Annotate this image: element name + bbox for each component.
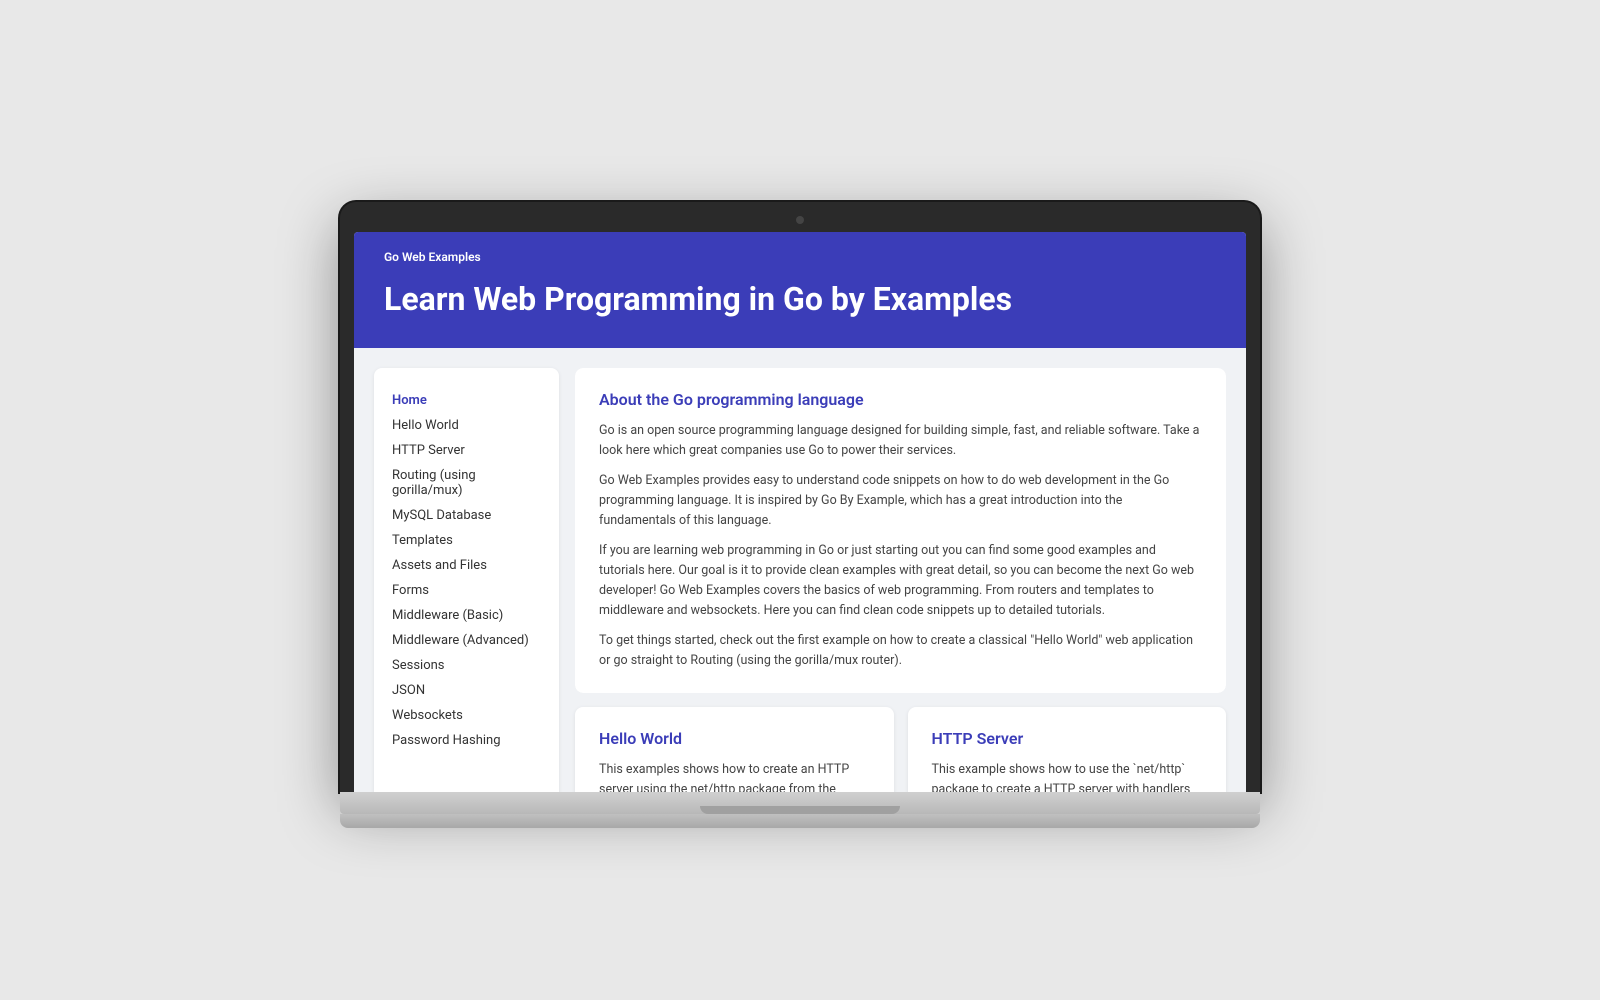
sidebar-nav-item[interactable]: Assets and Files bbox=[392, 553, 541, 578]
laptop-bezel: Go Web Examples Learn Web Programming in… bbox=[340, 202, 1260, 792]
http-server-card: HTTP Server This example shows how to us… bbox=[908, 707, 1227, 792]
hello-world-card: Hello World This examples shows how to c… bbox=[575, 707, 894, 792]
site-main: HomeHello WorldHTTP ServerRouting (using… bbox=[354, 348, 1246, 792]
sidebar-nav-item[interactable]: HTTP Server bbox=[392, 438, 541, 463]
sidebar-nav-item[interactable]: Middleware (Basic) bbox=[392, 603, 541, 628]
main-card-paragraph: If you are learning web programming in G… bbox=[599, 541, 1202, 621]
sidebar-nav-item[interactable]: Home bbox=[392, 388, 541, 413]
sidebar-nav-item[interactable]: Password Hashing bbox=[392, 728, 541, 753]
site-logo[interactable]: Go Web Examples bbox=[384, 250, 1216, 264]
hero-title: Learn Web Programming in Go by Examples bbox=[384, 280, 1216, 318]
laptop-foot bbox=[340, 814, 1260, 828]
sidebar-nav-item[interactable]: Routing (using gorilla/mux) bbox=[392, 463, 541, 503]
laptop-screen: Go Web Examples Learn Web Programming in… bbox=[354, 232, 1246, 792]
hello-world-title: Hello World bbox=[599, 729, 870, 748]
sidebar-nav-item[interactable]: Hello World bbox=[392, 413, 541, 438]
content-area: About the Go programming language Go is … bbox=[575, 368, 1226, 792]
main-card-paragraph: Go Web Examples provides easy to underst… bbox=[599, 471, 1202, 531]
sidebar-nav-item[interactable]: Sessions bbox=[392, 653, 541, 678]
sidebar: HomeHello WorldHTTP ServerRouting (using… bbox=[374, 368, 559, 792]
laptop-wrapper: Go Web Examples Learn Web Programming in… bbox=[340, 172, 1260, 828]
cards-row: Hello World This examples shows how to c… bbox=[575, 707, 1226, 792]
sidebar-nav-item[interactable]: Forms bbox=[392, 578, 541, 603]
site-header: Go Web Examples Learn Web Programming in… bbox=[354, 232, 1246, 348]
sidebar-nav-item[interactable]: MySQL Database bbox=[392, 503, 541, 528]
sidebar-nav-item[interactable]: Templates bbox=[392, 528, 541, 553]
main-card-title: About the Go programming language bbox=[599, 390, 1202, 409]
laptop-camera bbox=[796, 216, 804, 224]
laptop-base bbox=[340, 792, 1260, 814]
hello-world-text: This examples shows how to create an HTT… bbox=[599, 760, 870, 792]
main-card-paragraph: Go is an open source programming languag… bbox=[599, 421, 1202, 461]
sidebar-nav-item[interactable]: JSON bbox=[392, 678, 541, 703]
main-card-paragraph: To get things started, check out the fir… bbox=[599, 631, 1202, 671]
http-server-title: HTTP Server bbox=[932, 729, 1203, 748]
http-server-text: This example shows how to use the `net/h… bbox=[932, 760, 1203, 792]
sidebar-nav-item[interactable]: Middleware (Advanced) bbox=[392, 628, 541, 653]
main-card-wrapper: About the Go programming language Go is … bbox=[575, 368, 1226, 693]
sidebar-nav-item[interactable]: Websockets bbox=[392, 703, 541, 728]
main-card: About the Go programming language Go is … bbox=[575, 368, 1226, 693]
